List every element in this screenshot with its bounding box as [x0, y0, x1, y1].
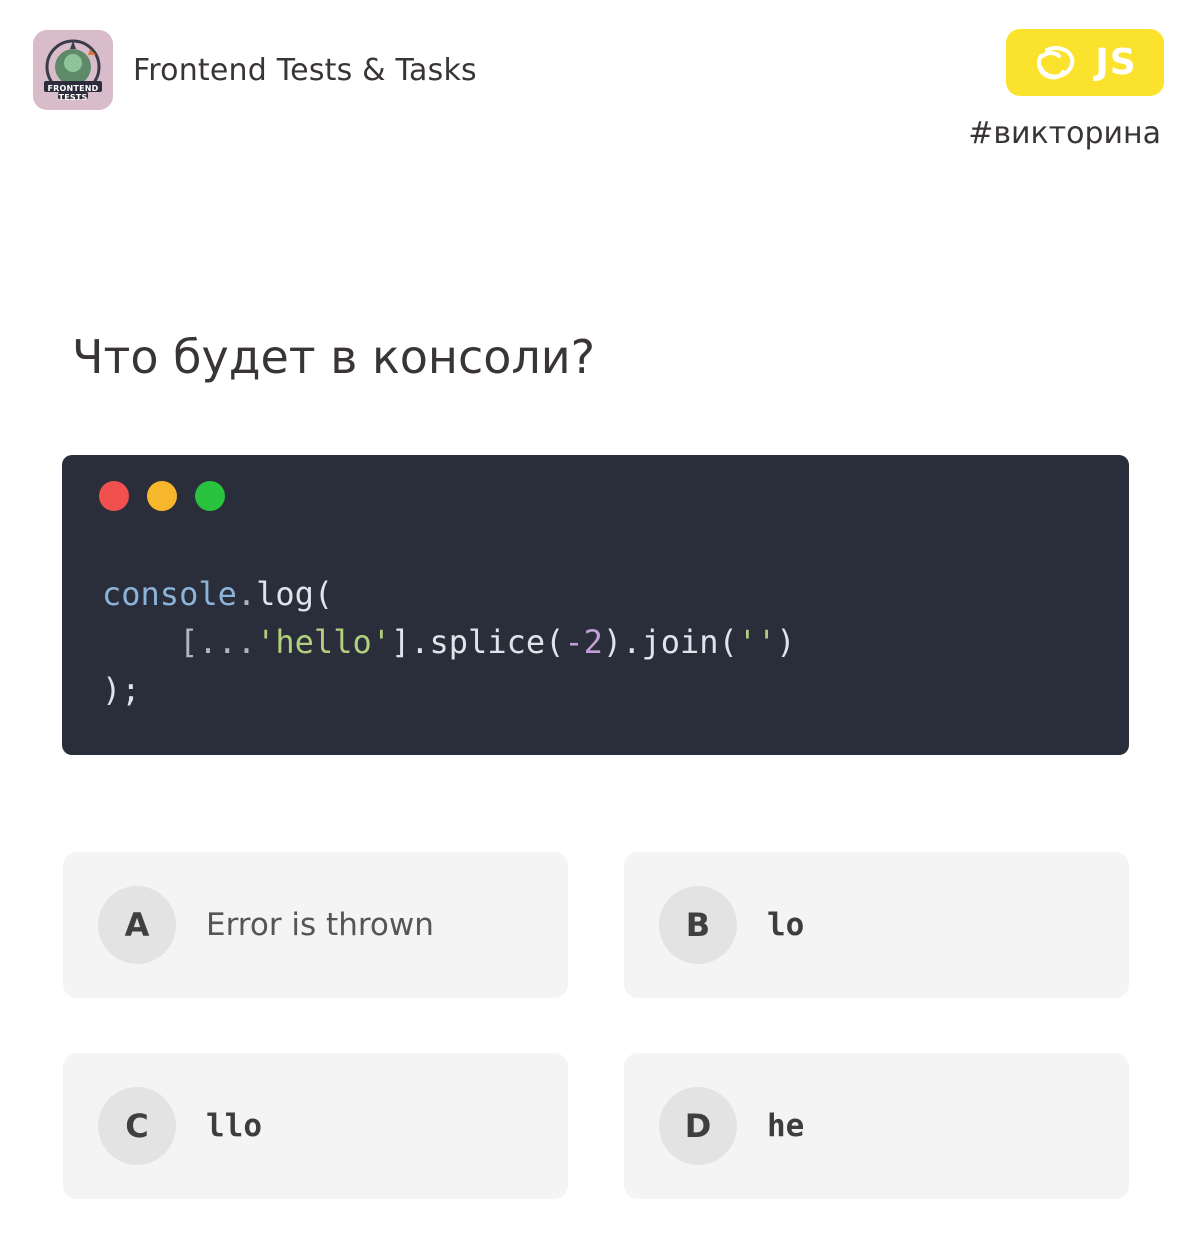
chat-bubbles-icon [1037, 45, 1075, 79]
answer-option-d[interactable]: D he [624, 1053, 1129, 1199]
code-token: -2 [564, 623, 603, 661]
option-letter: C [98, 1087, 176, 1165]
option-letter: D [659, 1087, 737, 1165]
code-snippet: console.log( [...'hello'].splice(-2).joi… [102, 570, 796, 714]
option-text: he [767, 1108, 805, 1144]
window-controls [99, 481, 225, 511]
option-text: llo [206, 1108, 262, 1144]
answer-option-b[interactable]: B lo [624, 852, 1129, 998]
js-label: JS [1095, 42, 1137, 83]
code-window: console.log( [...'hello'].splice(-2).joi… [62, 455, 1129, 755]
code-token: '' [737, 623, 777, 661]
js-badge: JS [1006, 29, 1164, 96]
code-token: ) [776, 623, 796, 661]
hashtag-quiz[interactable]: #викторина [968, 116, 1161, 151]
answer-option-c[interactable]: C llo [63, 1053, 568, 1199]
code-token: ).join( [602, 623, 738, 661]
code-token: ].splice( [390, 623, 565, 661]
minimize-dot-icon [147, 481, 177, 511]
channel-header: FRONTEND TESTS Frontend Tests & Tasks [33, 30, 477, 110]
code-token: 'hello' [256, 623, 391, 661]
logo-wordmark: FRONTEND TESTS [47, 84, 99, 102]
close-dot-icon [99, 481, 129, 511]
channel-logo[interactable]: FRONTEND TESTS [33, 30, 113, 110]
maximize-dot-icon [195, 481, 225, 511]
option-letter: B [659, 886, 737, 964]
channel-title[interactable]: Frontend Tests & Tasks [133, 53, 477, 88]
answer-option-a[interactable]: A Error is thrown [63, 852, 568, 998]
code-token: console [102, 575, 237, 613]
option-text: Error is thrown [206, 907, 434, 943]
option-letter: A [98, 886, 176, 964]
code-token: . [236, 575, 257, 613]
code-token: [... [179, 623, 257, 661]
question-title: Что будет в консоли? [72, 330, 596, 384]
code-token: log( [256, 575, 334, 613]
code-token: ); [102, 671, 141, 709]
option-text: lo [767, 907, 805, 943]
